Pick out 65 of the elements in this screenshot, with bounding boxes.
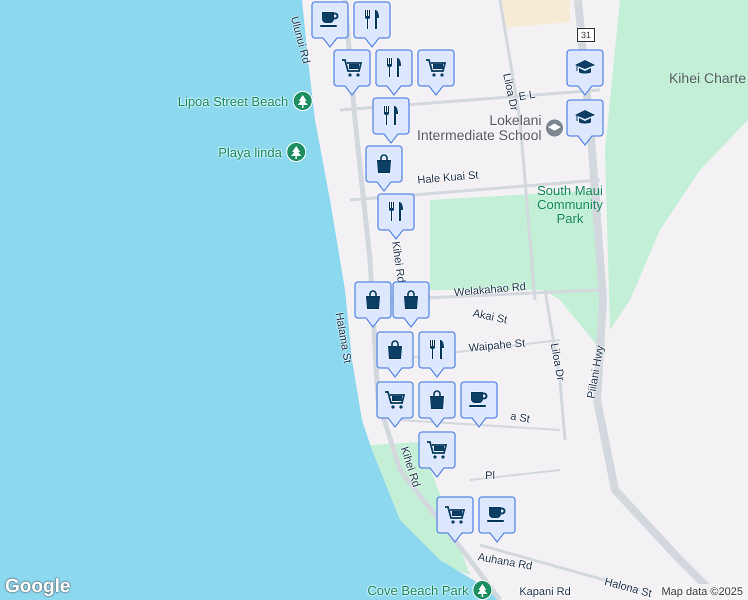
bag-icon — [404, 290, 418, 309]
restaurant-pin[interactable] — [372, 97, 410, 145]
fork-knife-icon — [365, 10, 379, 29]
school-pin[interactable] — [566, 49, 604, 97]
map-label: Playa linda — [218, 144, 282, 160]
map-label: Halona St — [603, 576, 653, 600]
map-label: Kihei Charte — [668, 70, 746, 86]
cart-icon — [385, 391, 406, 409]
cart-icon — [342, 59, 362, 77]
bag-icon — [366, 290, 380, 309]
map-label: Cove Beach Park — [367, 582, 469, 598]
school-pin[interactable] — [566, 99, 604, 147]
map-label: Waipahe St — [468, 338, 526, 354]
restaurant-pin[interactable] — [375, 49, 413, 97]
map-label: Ulunui Rd — [288, 15, 312, 65]
cart-icon — [426, 59, 446, 77]
map-label: Kapani Rd — [519, 586, 571, 598]
cart-icon — [445, 506, 466, 524]
map-label: South Maui Community Park — [536, 184, 604, 226]
shop-pin[interactable] — [418, 381, 456, 429]
shop-pin[interactable] — [354, 281, 392, 329]
tree-icon — [286, 142, 306, 162]
bag-icon — [430, 390, 444, 409]
cup-icon — [469, 392, 488, 407]
cafe-pin[interactable] — [460, 381, 498, 429]
map-label: Piilani Hwy — [585, 344, 607, 400]
map-label: Hale Kuai St — [417, 169, 479, 187]
cafe-pin[interactable] — [311, 1, 349, 49]
cart-icon — [427, 441, 448, 459]
fork-knife-icon — [389, 202, 403, 221]
map-label: Liloa Dr — [500, 72, 520, 112]
tree-icon — [292, 91, 312, 111]
sand-area — [500, 0, 570, 28]
fork-knife-icon — [387, 58, 401, 77]
grocery-pin[interactable] — [417, 49, 455, 97]
map-label: Auhana Rd — [476, 551, 534, 573]
cafe-pin[interactable] — [478, 496, 516, 544]
route-shield: 31 — [577, 28, 596, 42]
map-label: Lokelani Intermediate School — [416, 113, 542, 143]
grocery-pin[interactable] — [436, 496, 474, 544]
google-logo: Google — [5, 576, 70, 598]
bag-icon — [388, 340, 402, 359]
fork-knife-icon — [384, 106, 398, 125]
map-label: E L — [518, 88, 536, 104]
tree-icon — [472, 580, 493, 600]
map-label: Lipoa Street Beach — [178, 94, 288, 108]
cup-icon — [487, 507, 506, 522]
map-label: Halama St — [332, 312, 354, 364]
map-label: Akai St — [472, 308, 508, 326]
map-label: Welakahao Rd — [454, 280, 526, 300]
restaurant-pin[interactable] — [377, 193, 415, 241]
restaurant-pin[interactable] — [353, 1, 391, 49]
bag-icon — [377, 154, 391, 173]
map-label: Kihei Rd — [398, 445, 422, 489]
map-label: a St — [509, 410, 531, 426]
grocery-pin[interactable] — [333, 49, 371, 97]
shop-pin[interactable] — [376, 331, 414, 379]
shop-pin[interactable] — [365, 145, 403, 193]
restaurant-pin[interactable] — [418, 331, 456, 379]
cup-icon — [320, 12, 338, 27]
fork-knife-icon — [430, 340, 444, 359]
shop-pin[interactable] — [392, 281, 430, 329]
map-label: Pl — [485, 470, 495, 482]
map-label: Liloa Dr — [548, 342, 566, 382]
grocery-pin[interactable] — [376, 381, 414, 429]
